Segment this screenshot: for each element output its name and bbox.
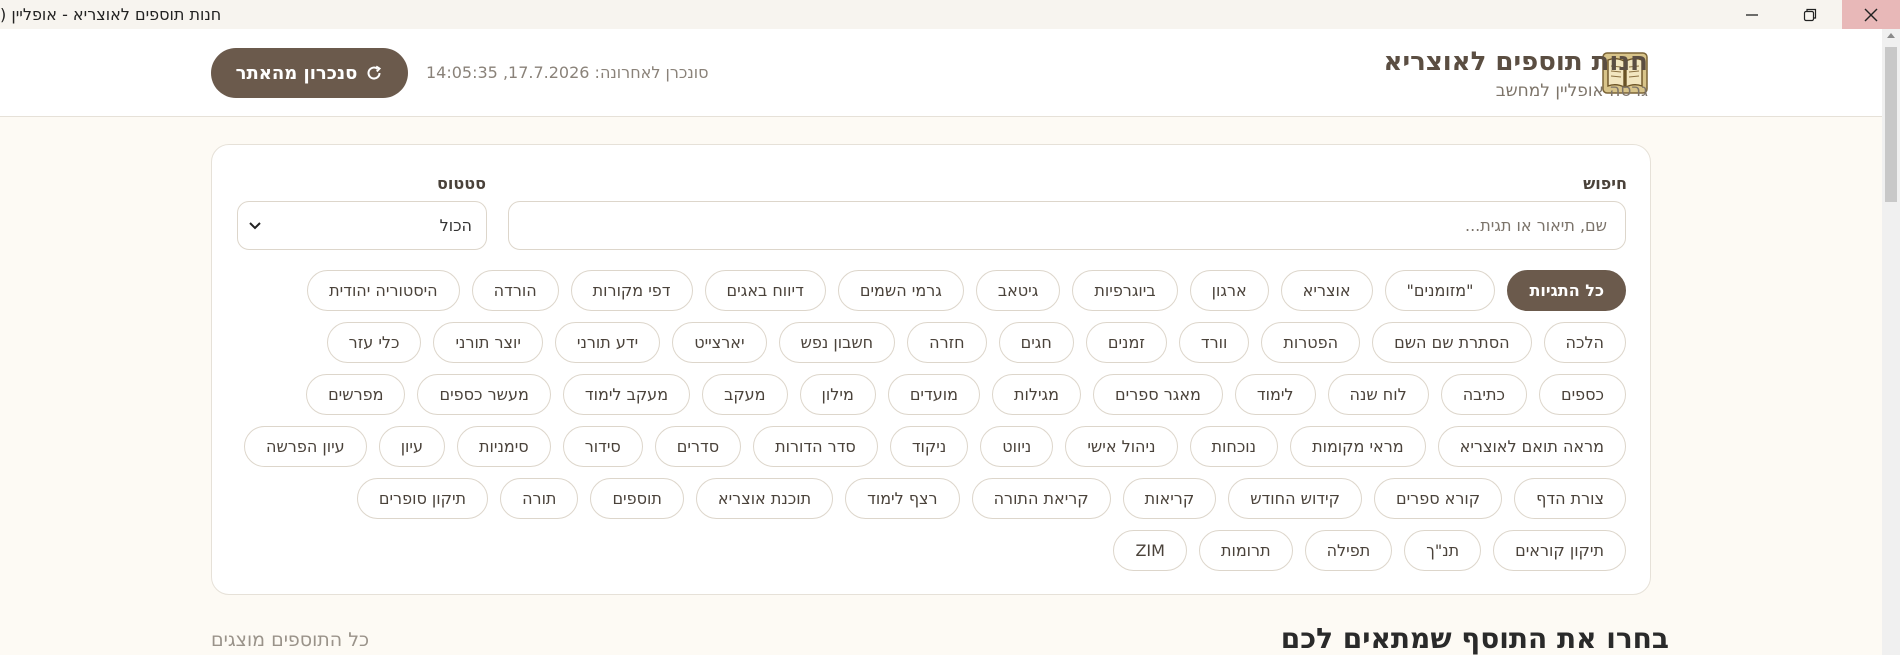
- tag-all[interactable]: כל התגיות: [1507, 270, 1626, 311]
- tag-chip[interactable]: כספים: [1538, 374, 1626, 415]
- tag-chip[interactable]: יארצייט: [672, 322, 767, 363]
- tag-chip[interactable]: מפרשים: [306, 374, 406, 415]
- tag-chip[interactable]: ניקוד: [889, 426, 969, 467]
- tag-chip[interactable]: הפטרות: [1261, 322, 1361, 363]
- app-header: חנות תוספים לאוצריא גרסה אופליין למחשב ס…: [0, 29, 1882, 117]
- tag-chip[interactable]: "מזומנים": [1384, 270, 1496, 311]
- maximize-button[interactable]: [1781, 0, 1839, 29]
- chevron-down-icon: [249, 221, 261, 229]
- tag-chip[interactable]: רצף לימוד: [845, 478, 960, 519]
- tag-chip[interactable]: אוצריא: [1280, 270, 1373, 311]
- tag-chip[interactable]: סימניות: [457, 426, 551, 467]
- tag-chip[interactable]: מעשר כספים: [417, 374, 551, 415]
- tag-chip[interactable]: דפי מקורות: [570, 270, 693, 311]
- page-scrollbar[interactable]: [1882, 29, 1900, 655]
- tag-chip[interactable]: זמנים: [1085, 322, 1167, 363]
- tag-chip[interactable]: מראה תואם לאוצריא: [1437, 426, 1626, 467]
- tag-chip[interactable]: תיקון סופרים: [356, 478, 489, 519]
- refresh-icon: [367, 65, 382, 80]
- tag-chip[interactable]: גרמי השמים: [837, 270, 964, 311]
- tag-chip[interactable]: מעקב: [702, 374, 788, 415]
- status-select[interactable]: הכול: [237, 201, 487, 250]
- tag-chip[interactable]: סדר הדורות: [753, 426, 878, 467]
- tag-chip[interactable]: ידע תורני: [554, 322, 661, 363]
- tag-chip[interactable]: קריאת התורה: [971, 478, 1111, 519]
- last-sync-text: סונכרן לאחרונה: 17.7.2026, 14:05:35: [426, 63, 709, 82]
- sync-button-label: סנכרון מהאתר: [235, 62, 358, 84]
- tag-chip[interactable]: תורה: [500, 478, 579, 519]
- tag-chip[interactable]: הלכה: [1543, 322, 1626, 363]
- tag-chip[interactable]: וורד: [1178, 322, 1250, 363]
- tag-chip[interactable]: מראי מקומות: [1290, 426, 1426, 467]
- tag-chip[interactable]: ארגון: [1189, 270, 1269, 311]
- sync-button[interactable]: סנכרון מהאתר: [211, 48, 408, 98]
- tag-chip[interactable]: מועדים: [887, 374, 980, 415]
- tag-chip[interactable]: סידור: [562, 426, 643, 467]
- tag-chip[interactable]: חגים: [998, 322, 1074, 363]
- tag-chip[interactable]: ניווט: [980, 426, 1054, 467]
- close-button[interactable]: [1842, 0, 1900, 29]
- tag-chip[interactable]: סדרים: [654, 426, 742, 467]
- tag-chip[interactable]: תנ"ך: [1404, 530, 1482, 571]
- tag-chip[interactable]: ZIM: [1113, 530, 1187, 571]
- tag-chip[interactable]: צורת הדף: [1514, 478, 1626, 519]
- window-titlebar: חנות תוספים לאוצריא - אופליין (: [0, 0, 1900, 29]
- tag-chip[interactable]: גיטאב: [975, 270, 1061, 311]
- tag-chip[interactable]: עיון הפרשה: [244, 426, 367, 467]
- status-select-value: הכול: [439, 216, 472, 235]
- scroll-up-icon[interactable]: [1886, 31, 1896, 39]
- tag-chip[interactable]: תוכנת אוצריא: [695, 478, 834, 519]
- app-subtitle: גרסה אופליין למחשב: [1495, 81, 1648, 101]
- tag-chip[interactable]: תיקון קוראים: [1493, 530, 1626, 571]
- status-label: סטטוס: [437, 174, 486, 193]
- tag-chip[interactable]: קריאות: [1122, 478, 1217, 519]
- tag-chip[interactable]: ניהול אישי: [1065, 426, 1178, 467]
- tag-chip[interactable]: יוצר תורני: [433, 322, 543, 363]
- tag-chip[interactable]: הורדה: [471, 270, 559, 311]
- tag-chip[interactable]: כתיבה: [1440, 374, 1527, 415]
- tag-chip[interactable]: תוספים: [590, 478, 684, 519]
- tag-chip[interactable]: חזרה: [907, 322, 987, 363]
- maximize-icon: [1803, 8, 1817, 21]
- tag-chip[interactable]: לוח שנה: [1327, 374, 1429, 415]
- tag-chip[interactable]: מאגר ספרים: [1093, 374, 1223, 415]
- section-title: בחרו את התוסף שמתאים לכם: [1280, 622, 1669, 655]
- close-icon: [1864, 8, 1878, 21]
- filter-panel: חיפוש סטטוס הכול כל התגיות "מזומנים" אוצרי…: [211, 144, 1651, 595]
- app-title: חנות תוספים לאוצריא: [1383, 47, 1648, 77]
- shown-count-label: כל התוספים מוצגים: [211, 629, 370, 651]
- tag-chip[interactable]: ביוגרפיות: [1072, 270, 1178, 311]
- search-label: חיפוש: [1583, 174, 1627, 193]
- tag-chip[interactable]: לימוד: [1234, 374, 1316, 415]
- tag-chip[interactable]: כלי עזר: [326, 322, 422, 363]
- window-title: חנות תוספים לאוצריא - אופליין (: [0, 5, 222, 24]
- tag-chip[interactable]: מילון: [799, 374, 876, 415]
- scrollbar-thumb[interactable]: [1885, 47, 1897, 202]
- tag-chip[interactable]: מעקב לימוד: [562, 374, 691, 415]
- tag-chip[interactable]: קורא ספרים: [1373, 478, 1503, 519]
- tag-chip[interactable]: נוכחות: [1189, 426, 1279, 467]
- tag-chip[interactable]: עיון: [378, 426, 445, 467]
- tag-chip[interactable]: היסטוריה יהודית: [307, 270, 460, 311]
- tag-filter-list: כל התגיות "מזומנים" אוצריא ארגון ביוגרפיות גי…: [234, 270, 1626, 571]
- tag-chip[interactable]: תפילה: [1304, 530, 1393, 571]
- search-input[interactable]: [508, 201, 1626, 250]
- tag-chip[interactable]: מגילות: [991, 374, 1081, 415]
- tag-chip[interactable]: תרומות: [1198, 530, 1293, 571]
- minimize-icon: [1746, 13, 1758, 16]
- tag-chip[interactable]: קידוש החודש: [1228, 478, 1362, 519]
- tag-chip[interactable]: הסתרת שם השם: [1372, 322, 1532, 363]
- tag-chip[interactable]: דיווח באגים: [704, 270, 826, 311]
- minimize-button[interactable]: [1723, 0, 1781, 29]
- tag-chip[interactable]: חשבון נפש: [778, 322, 896, 363]
